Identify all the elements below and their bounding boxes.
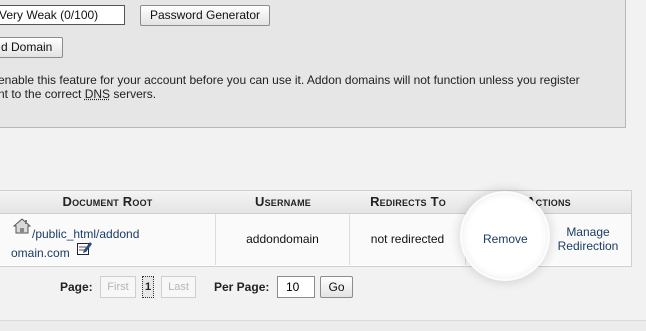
per-page-input[interactable] xyxy=(277,276,315,298)
add-domain-button[interactable]: d Domain xyxy=(0,37,63,58)
edit-icon[interactable] xyxy=(77,241,92,255)
password-strength-meter: Very Weak (0/100) xyxy=(0,5,125,25)
home-icon[interactable] xyxy=(13,218,31,234)
remove-link[interactable]: Remove xyxy=(483,232,528,246)
header-redirects-to[interactable]: Redirects To xyxy=(350,191,466,213)
notice-line-1: enable this feature for your account bef… xyxy=(0,73,580,87)
last-page-button[interactable]: Last xyxy=(161,276,196,298)
password-generator-button[interactable]: Password Generator xyxy=(140,5,270,26)
redirect-status: not redirected xyxy=(370,232,445,246)
document-root-link-line-2[interactable]: omain.com xyxy=(11,246,70,260)
page-label: Page: xyxy=(60,280,93,294)
manage-redirection-line-1: Manage xyxy=(566,225,610,239)
go-button[interactable]: Go xyxy=(320,276,353,298)
addon-notice-text: enable this feature for your account bef… xyxy=(0,73,628,101)
page-bottom-divider xyxy=(0,320,646,331)
manage-redirection-line-2: Redirection xyxy=(557,239,619,253)
dns-abbreviation: DNS xyxy=(84,87,111,101)
notice-line-2: nt to the correct DNS servers. xyxy=(0,87,628,101)
first-page-button[interactable]: First xyxy=(100,276,136,298)
current-page[interactable]: 1 xyxy=(142,276,154,298)
notice-line-2-end: servers. xyxy=(110,87,157,101)
username-cell: addondomain xyxy=(216,214,350,265)
header-username[interactable]: Username xyxy=(216,191,350,213)
header-document-root[interactable]: Document Root xyxy=(0,191,216,213)
per-page-label: Per Page: xyxy=(214,280,270,294)
username-value: addondomain xyxy=(246,232,319,246)
manage-redirection-link[interactable]: Manage Redirection xyxy=(553,225,623,253)
document-root-link-line-1[interactable]: /public_html/addond xyxy=(32,227,139,241)
redirects-cell: not redirected xyxy=(350,214,466,265)
notice-line-2-start: nt to the correct xyxy=(0,87,85,101)
document-root-cell: /public_html/addond omain.com xyxy=(0,214,216,265)
